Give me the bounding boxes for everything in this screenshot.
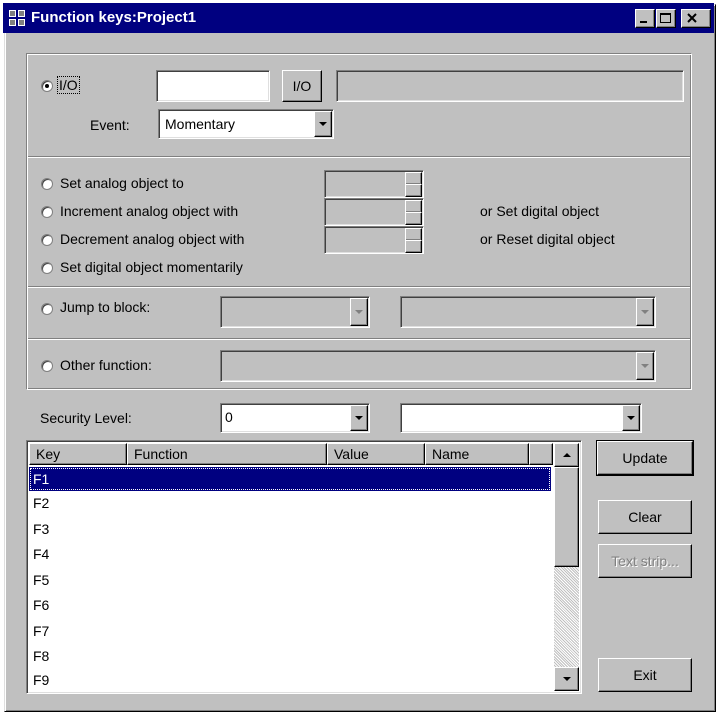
io-browse-button[interactable]: I/O <box>282 70 322 102</box>
scroll-thumb[interactable] <box>554 467 579 567</box>
set-analog-radio[interactable] <box>41 178 53 190</box>
chevron-down-icon <box>641 310 649 314</box>
scroll-up-button[interactable] <box>554 443 579 467</box>
list-scrollbar[interactable] <box>554 443 579 691</box>
event-value: Momentary <box>165 116 236 132</box>
jump-block-select <box>220 296 370 328</box>
jump-block-dropdown-button <box>350 298 368 326</box>
table-row[interactable]: F8 <box>29 644 551 668</box>
chevron-down-icon <box>627 416 635 420</box>
security-name-select[interactable] <box>400 403 642 433</box>
column-header-value[interactable]: Value <box>327 443 425 465</box>
column-header-function[interactable]: Function <box>127 443 327 465</box>
table-row[interactable]: F6 <box>29 593 551 617</box>
io-radio-label[interactable]: I/O <box>57 76 80 94</box>
column-header-key[interactable]: Key <box>29 443 127 465</box>
other-function-select <box>220 350 656 382</box>
set-digital-momentarily-label: Set digital object momentarily <box>60 259 243 275</box>
or-set-digital-label: or Set digital object <box>480 203 600 219</box>
decrement-analog-label: Decrement analog object with <box>60 231 245 247</box>
spin-down-button <box>405 240 422 253</box>
close-button[interactable] <box>681 9 711 28</box>
other-function-radio[interactable] <box>41 360 53 372</box>
chevron-down-icon <box>319 122 327 126</box>
security-name-dropdown-button[interactable] <box>622 405 640 431</box>
set-analog-label: Set analog object to <box>60 175 184 191</box>
security-level-dropdown-button[interactable] <box>350 405 368 431</box>
maximize-icon <box>660 13 671 23</box>
jump-target-dropdown-button <box>636 298 654 326</box>
event-dropdown-button[interactable] <box>314 111 332 137</box>
security-level-select[interactable]: 0 <box>220 403 370 433</box>
chevron-down-icon <box>641 364 649 368</box>
event-select[interactable]: Momentary <box>158 109 334 139</box>
table-row[interactable]: F4 <box>29 542 551 566</box>
maximize-button[interactable] <box>656 9 676 28</box>
io-input[interactable] <box>156 70 270 102</box>
decrement-analog-spinbox <box>324 226 424 254</box>
scroll-down-button[interactable] <box>554 667 579 691</box>
table-row[interactable]: F9 <box>29 668 551 692</box>
decrement-analog-radio[interactable] <box>41 234 53 246</box>
io-display <box>336 70 684 102</box>
update-button[interactable]: Update <box>596 440 694 476</box>
security-level-label: Security Level: <box>40 410 132 426</box>
spin-down-button <box>405 184 422 197</box>
other-function-label: Other function: <box>60 357 152 373</box>
exit-button[interactable]: Exit <box>598 658 692 692</box>
column-header-filler <box>529 443 553 465</box>
or-reset-digital-label: or Reset digital object <box>480 231 615 247</box>
increment-analog-label: Increment analog object with <box>60 203 239 219</box>
table-row[interactable]: F2 <box>29 491 551 515</box>
set-analog-spinbox <box>324 170 424 198</box>
increment-analog-radio[interactable] <box>41 206 53 218</box>
security-level-value: 0 <box>225 409 233 425</box>
jump-to-block-radio[interactable] <box>41 303 53 315</box>
io-radio[interactable] <box>41 80 53 92</box>
clear-button[interactable]: Clear <box>598 500 692 534</box>
chevron-down-icon <box>355 310 363 314</box>
minimize-button[interactable] <box>635 9 655 28</box>
table-row[interactable]: F1 <box>29 467 551 491</box>
other-function-dropdown-button <box>636 352 654 380</box>
title-bar[interactable]: Function keys:Project1 <box>3 3 714 33</box>
spin-down-button <box>405 212 422 225</box>
chevron-down-icon <box>562 677 571 681</box>
app-icon <box>9 10 25 26</box>
table-row[interactable]: F7 <box>29 619 551 643</box>
close-icon <box>687 13 697 23</box>
table-row[interactable]: F3 <box>29 517 551 541</box>
separator <box>28 286 690 288</box>
window-title: Function keys:Project1 <box>31 9 197 26</box>
table-row[interactable]: F5 <box>29 568 551 592</box>
jump-target-select <box>400 296 656 328</box>
function-keys-list[interactable]: Key Function Value Name F1 F2 F3 F4 F5 F… <box>26 440 582 694</box>
chevron-down-icon <box>355 416 363 420</box>
chevron-up-icon <box>562 453 571 457</box>
separator <box>28 156 690 158</box>
minimize-icon <box>640 21 647 23</box>
separator <box>28 338 690 340</box>
event-label: Event: <box>90 117 130 133</box>
set-digital-momentarily-radio[interactable] <box>41 262 53 274</box>
column-header-name[interactable]: Name <box>425 443 529 465</box>
text-strip-button: Text strip... <box>598 544 692 578</box>
increment-analog-spinbox <box>324 198 424 226</box>
jump-to-block-label: Jump to block: <box>60 299 151 315</box>
